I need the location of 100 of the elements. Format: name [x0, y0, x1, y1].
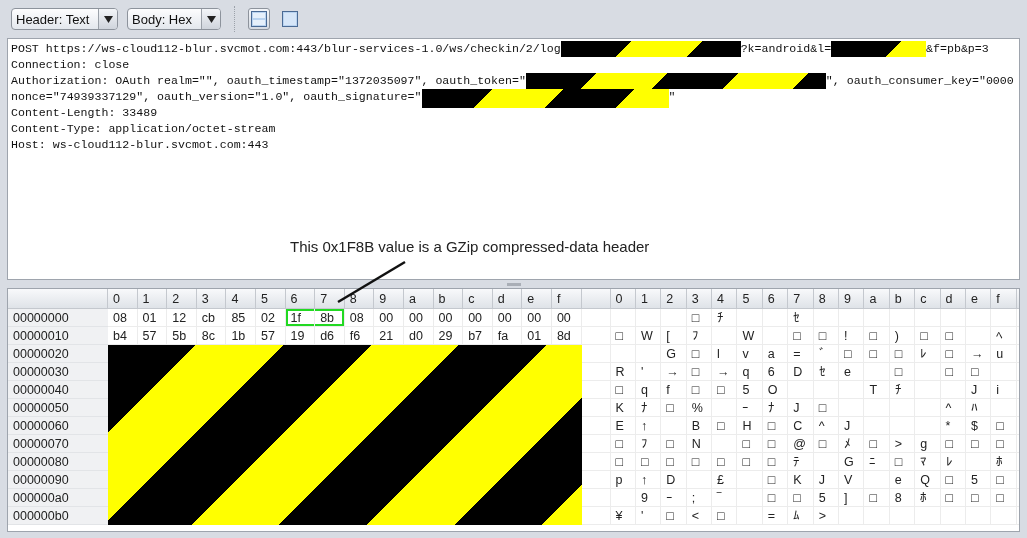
layout-button[interactable] [248, 8, 270, 30]
ascii-cell: O [762, 381, 789, 399]
ascii-cell: C [788, 417, 814, 435]
ascii-cell: □ [915, 327, 941, 345]
offset-cell: 00000090 [8, 471, 108, 489]
ascii-cell: □ [991, 489, 1017, 507]
empty-cell [965, 309, 992, 327]
column-header: 4 [712, 289, 738, 309]
column-header: e [965, 289, 992, 309]
header-line-text: Authorization: OAuth realm="", oauth_timestamp="1372035097", oauth_token=" [11, 73, 526, 89]
offset-cell: 00000080 [8, 453, 108, 471]
ascii-cell: ﾎ [991, 453, 1017, 471]
ascii-cell: f [661, 381, 687, 399]
ascii-cell: □ [712, 507, 738, 525]
ascii-cell: ﾑ [788, 507, 814, 525]
ascii-cell: → [661, 363, 687, 381]
empty-cell [581, 309, 611, 327]
ascii-cell: ﾎ [915, 489, 941, 507]
ascii-cell: □ [686, 309, 713, 327]
empty-cell [661, 309, 687, 327]
ascii-cell: □ [661, 435, 687, 453]
column-header: a [403, 289, 434, 309]
ascii-cell: □ [661, 507, 687, 525]
ascii-cell: ] [839, 489, 865, 507]
empty-cell [610, 309, 636, 327]
ascii-cell: D [788, 363, 814, 381]
offset-cell: 000000a0 [8, 489, 108, 507]
column-header: f [991, 289, 1017, 309]
column-header: b [433, 289, 464, 309]
ascii-cell: R [610, 363, 636, 381]
header-line-text: Host: ws-cloud112-blur.svcmot.com:443 [11, 137, 269, 153]
ascii-cell: 6 [762, 363, 789, 381]
hex-cell: 85 [226, 309, 256, 327]
header-line-text: &f=pb&p=3 [926, 41, 989, 57]
highlighted-hex-cell: 1f [285, 309, 316, 327]
column-header: 2 [167, 289, 197, 309]
offset-cell: 00000040 [8, 381, 108, 399]
ascii-cell: □ [864, 489, 890, 507]
ascii-cell: □ [610, 435, 636, 453]
hex-cell: cb [196, 309, 227, 327]
ascii-cell: i [991, 381, 1017, 399]
offset-cell: 00000060 [8, 417, 108, 435]
hex-cell: 00 [522, 309, 552, 327]
hex-cell: 08 [108, 309, 138, 327]
column-header: 3 [686, 289, 713, 309]
ascii-cell: ﾒ [839, 435, 865, 453]
ascii-cell: £ [712, 471, 738, 489]
ascii-cell: J [813, 471, 839, 489]
single-pane-icon [282, 11, 298, 27]
ascii-cell: □ [686, 345, 713, 363]
hex-cell: 00 [492, 309, 523, 327]
ascii-cell: D [661, 471, 687, 489]
ascii-cell: e [889, 471, 916, 489]
grip-icon[interactable] [506, 282, 521, 286]
ascii-cell: □ [610, 453, 636, 471]
ascii-cell: 9 [635, 489, 662, 507]
ascii-cell: □ [940, 327, 966, 345]
column-header: 2 [661, 289, 687, 309]
header-line-text: ?k=android&l= [740, 41, 832, 57]
ascii-cell: □ [661, 399, 687, 417]
header-line-text: " [668, 89, 676, 105]
column-header: 0 [108, 289, 138, 309]
ascii-cell: □ [762, 417, 789, 435]
offset-cell: 00000020 [8, 345, 108, 363]
column-header: c [463, 289, 493, 309]
hex-cell: 02 [255, 309, 286, 327]
ascii-cell: □ [864, 345, 890, 363]
header-line-text: nonce="74939337129", oauth_version="1.0", oauth_signature=" [11, 89, 422, 105]
hex-cell: 08 [344, 309, 375, 327]
layout-button[interactable] [279, 8, 301, 30]
ascii-cell: ﾚ [915, 345, 941, 363]
ascii-cell: T [864, 381, 890, 399]
ascii-cell: g [915, 435, 941, 453]
column-header: f [551, 289, 582, 309]
empty-cell [864, 309, 890, 327]
ascii-cell: W [737, 327, 763, 345]
ascii-cell: □ [686, 453, 713, 471]
header-text-pane[interactable] [7, 38, 1020, 280]
empty-cell [737, 309, 763, 327]
hex-cell: 00 [374, 309, 404, 327]
ascii-cell: = [762, 507, 789, 525]
ascii-cell: ! [839, 327, 865, 345]
format-dropdown[interactable]: Body: Hex [127, 8, 221, 30]
ascii-cell: u [991, 345, 1017, 363]
ascii-cell: → [965, 345, 992, 363]
ascii-cell: □ [965, 363, 992, 381]
ascii-cell: K [788, 471, 814, 489]
ascii-cell: G [839, 453, 865, 471]
ascii-cell: □ [965, 489, 992, 507]
ascii-cell: □ [813, 399, 839, 417]
ascii-cell: ﾆ [864, 453, 890, 471]
column-header: 4 [226, 289, 256, 309]
ascii-cell: ﾅ [635, 399, 662, 417]
highlighted-hex-cell: 8b [315, 309, 345, 327]
format-dropdown[interactable]: Header: Text [11, 8, 118, 30]
column-header: 8 [813, 289, 839, 309]
ascii-cell: e [839, 363, 865, 381]
ascii-cell: □ [788, 327, 814, 345]
ascii-cell: l [712, 345, 738, 363]
ascii-cell: * [940, 417, 966, 435]
